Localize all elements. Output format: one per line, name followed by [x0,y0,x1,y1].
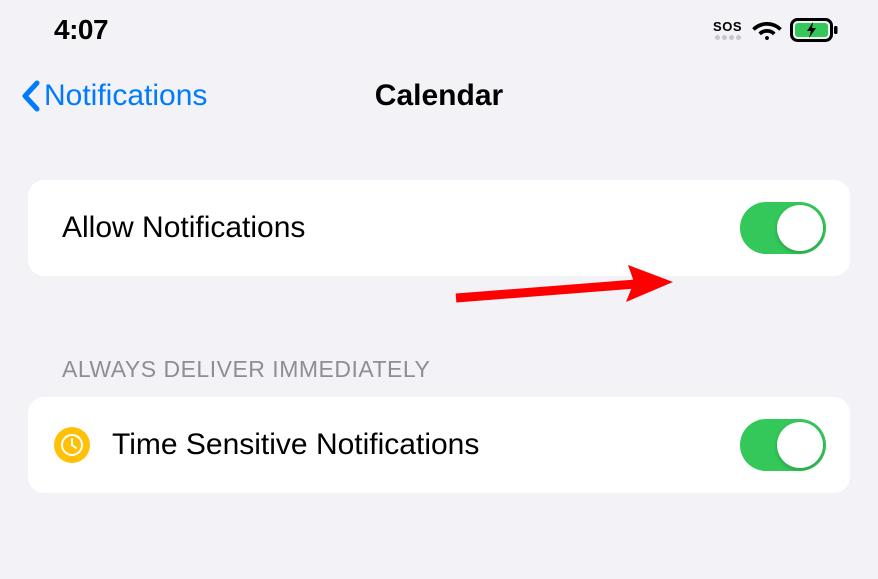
status-bar: 4:07 SOS [0,0,878,60]
wifi-icon [752,19,782,41]
back-label: Notifications [44,79,207,113]
toggle-allow-notifications[interactable] [740,202,826,254]
clock-icon [54,427,90,463]
toggle-knob [777,205,823,251]
battery-charging-icon [790,18,838,42]
section-header: ALWAYS DELIVER IMMEDIATELY [62,356,878,383]
page-title: Calendar [375,79,503,113]
row-label: Time Sensitive Notifications [112,428,479,462]
settings-group-deliver: Time Sensitive Notifications [28,397,850,493]
status-time: 4:07 [54,14,108,46]
chevron-left-icon [20,79,42,113]
back-button[interactable]: Notifications [20,79,207,113]
row-allow-notifications[interactable]: Allow Notifications [28,180,850,276]
nav-header: Notifications Calendar [0,60,878,132]
toggle-knob [777,422,823,468]
sos-icon: SOS [713,20,742,40]
settings-group-main: Allow Notifications [28,180,850,276]
row-time-sensitive[interactable]: Time Sensitive Notifications [28,397,850,493]
row-label: Allow Notifications [62,211,305,245]
toggle-time-sensitive[interactable] [740,419,826,471]
status-indicators: SOS [713,18,838,42]
